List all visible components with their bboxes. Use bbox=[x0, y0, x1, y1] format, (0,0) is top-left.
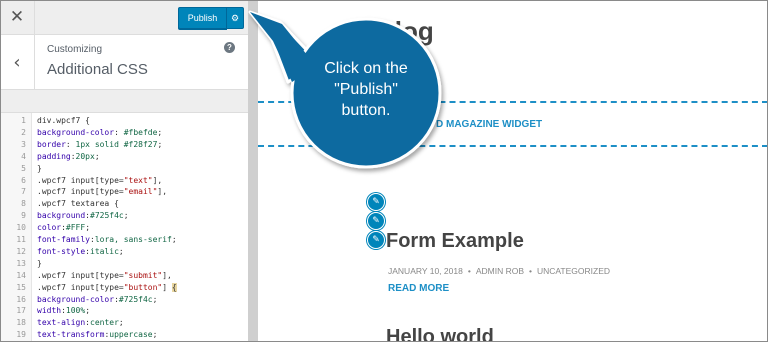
callout-line: button. bbox=[341, 102, 391, 119]
callout-overlay bbox=[248, 10, 442, 169]
callout-line: Click on the bbox=[324, 60, 408, 77]
callout-text: Click on the "Publish" button. bbox=[301, 58, 431, 121]
callout-line: "Publish" bbox=[334, 81, 398, 98]
